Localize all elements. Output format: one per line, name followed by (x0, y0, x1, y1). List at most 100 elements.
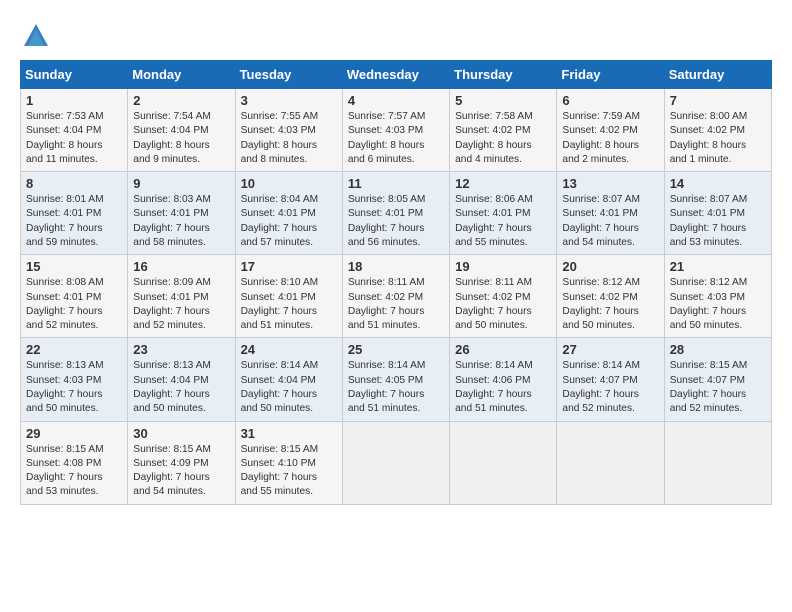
day-number: 9 (133, 176, 229, 191)
day-number: 1 (26, 93, 122, 108)
weekday-header: Monday (128, 61, 235, 89)
day-number: 12 (455, 176, 551, 191)
calendar-cell: 23Sunrise: 8:13 AM Sunset: 4:04 PM Dayli… (128, 338, 235, 421)
day-info: Sunrise: 8:11 AM Sunset: 4:02 PM Dayligh… (348, 276, 444, 333)
calendar-week-row: 8 Sunrise: 8:01 AM Sunset: 4:01 PM Daylig… (21, 172, 772, 255)
calendar-cell: 15 Sunrise: 8:08 AM Sunset: 4:01 PM Dayli… (21, 255, 128, 338)
calendar-cell: 29 Sunrise: 8:15 AM Sunset: 4:08 PM Dayli… (21, 421, 128, 504)
day-number: 4 (348, 93, 444, 108)
logo (20, 22, 50, 50)
day-info: Sunrise: 7:53 AM Sunset: 4:04 PM Dayligh… (26, 110, 122, 167)
day-info: Sunrise: 8:07 AM Sunset: 4:01 PM Dayligh… (670, 193, 766, 250)
calendar-cell: 5 Sunrise: 7:58 AM Sunset: 4:02 PM Daylig… (450, 89, 557, 172)
day-info: Sunrise: 8:12 AM Sunset: 4:03 PM Dayligh… (670, 276, 766, 333)
calendar-cell: 24Sunrise: 8:14 AM Sunset: 4:04 PM Dayli… (235, 338, 342, 421)
day-info: Sunrise: 8:14 AM Sunset: 4:07 PM Dayligh… (562, 359, 658, 416)
calendar-cell: 3 Sunrise: 7:55 AM Sunset: 4:03 PM Daylig… (235, 89, 342, 172)
day-info: Sunrise: 8:10 AM Sunset: 4:01 PM Dayligh… (241, 276, 337, 333)
day-info: Sunrise: 8:01 AM Sunset: 4:01 PM Dayligh… (26, 193, 122, 250)
day-number: 10 (241, 176, 337, 191)
calendar-table: SundayMondayTuesdayWednesdayThursdayFrid… (20, 60, 772, 505)
day-info: Sunrise: 8:12 AM Sunset: 4:02 PM Dayligh… (562, 276, 658, 333)
calendar-cell: 4 Sunrise: 7:57 AM Sunset: 4:03 PM Daylig… (342, 89, 449, 172)
calendar-cell (557, 421, 664, 504)
day-info: Sunrise: 8:11 AM Sunset: 4:02 PM Dayligh… (455, 276, 551, 333)
calendar-cell: 6Sunrise: 7:59 AM Sunset: 4:02 PM Daylig… (557, 89, 664, 172)
day-info: Sunrise: 7:55 AM Sunset: 4:03 PM Dayligh… (241, 110, 337, 167)
day-number: 7 (670, 93, 766, 108)
day-number: 2 (133, 93, 229, 108)
day-info: Sunrise: 8:00 AM Sunset: 4:02 PM Dayligh… (670, 110, 766, 167)
calendar-week-row: 1 Sunrise: 7:53 AM Sunset: 4:04 PM Daylig… (21, 89, 772, 172)
day-info: Sunrise: 7:57 AM Sunset: 4:03 PM Dayligh… (348, 110, 444, 167)
day-info: Sunrise: 8:03 AM Sunset: 4:01 PM Dayligh… (133, 193, 229, 250)
calendar-week-row: 15 Sunrise: 8:08 AM Sunset: 4:01 PM Dayli… (21, 255, 772, 338)
day-number: 3 (241, 93, 337, 108)
day-info: Sunrise: 8:07 AM Sunset: 4:01 PM Dayligh… (562, 193, 658, 250)
calendar-cell: 31 Sunrise: 8:15 AM Sunset: 4:10 PM Dayli… (235, 421, 342, 504)
day-number: 26 (455, 342, 551, 357)
calendar-cell (342, 421, 449, 504)
day-number: 8 (26, 176, 122, 191)
day-info: Sunrise: 8:09 AM Sunset: 4:01 PM Dayligh… (133, 276, 229, 333)
calendar-cell: 8 Sunrise: 8:01 AM Sunset: 4:01 PM Daylig… (21, 172, 128, 255)
day-info: Sunrise: 8:14 AM Sunset: 4:05 PM Dayligh… (348, 359, 444, 416)
weekday-header: Tuesday (235, 61, 342, 89)
day-number: 14 (670, 176, 766, 191)
day-number: 21 (670, 259, 766, 274)
calendar-cell: 1 Sunrise: 7:53 AM Sunset: 4:04 PM Daylig… (21, 89, 128, 172)
calendar-cell: 20 Sunrise: 8:12 AM Sunset: 4:02 PM Dayli… (557, 255, 664, 338)
calendar-cell: 26 Sunrise: 8:14 AM Sunset: 4:06 PM Dayli… (450, 338, 557, 421)
day-number: 22 (26, 342, 122, 357)
day-number: 20 (562, 259, 658, 274)
day-info: Sunrise: 8:15 AM Sunset: 4:09 PM Dayligh… (133, 443, 229, 500)
day-info: Sunrise: 8:14 AM Sunset: 4:06 PM Dayligh… (455, 359, 551, 416)
calendar-header-row: SundayMondayTuesdayWednesdayThursdayFrid… (21, 61, 772, 89)
calendar-cell: 7 Sunrise: 8:00 AM Sunset: 4:02 PM Daylig… (664, 89, 771, 172)
calendar-cell: 11Sunrise: 8:05 AM Sunset: 4:01 PM Dayli… (342, 172, 449, 255)
day-number: 28 (670, 342, 766, 357)
weekday-header: Saturday (664, 61, 771, 89)
day-number: 13 (562, 176, 658, 191)
logo-icon (22, 22, 50, 50)
calendar-cell (450, 421, 557, 504)
day-number: 5 (455, 93, 551, 108)
day-number: 27 (562, 342, 658, 357)
calendar-cell: 10 Sunrise: 8:04 AM Sunset: 4:01 PM Dayli… (235, 172, 342, 255)
calendar-cell (664, 421, 771, 504)
calendar-cell: 28 Sunrise: 8:15 AM Sunset: 4:07 PM Dayli… (664, 338, 771, 421)
day-info: Sunrise: 8:13 AM Sunset: 4:04 PM Dayligh… (133, 359, 229, 416)
day-info: Sunrise: 8:13 AM Sunset: 4:03 PM Dayligh… (26, 359, 122, 416)
day-number: 24 (241, 342, 337, 357)
day-number: 16 (133, 259, 229, 274)
weekday-header: Sunday (21, 61, 128, 89)
calendar-week-row: 29 Sunrise: 8:15 AM Sunset: 4:08 PM Dayli… (21, 421, 772, 504)
calendar-cell: 25 Sunrise: 8:14 AM Sunset: 4:05 PM Dayli… (342, 338, 449, 421)
day-number: 15 (26, 259, 122, 274)
day-number: 6 (562, 93, 658, 108)
day-info: Sunrise: 8:15 AM Sunset: 4:08 PM Dayligh… (26, 443, 122, 500)
day-number: 17 (241, 259, 337, 274)
weekday-header: Wednesday (342, 61, 449, 89)
calendar-cell: 16 Sunrise: 8:09 AM Sunset: 4:01 PM Dayli… (128, 255, 235, 338)
day-number: 18 (348, 259, 444, 274)
day-number: 31 (241, 426, 337, 441)
calendar-cell: 12 Sunrise: 8:06 AM Sunset: 4:01 PM Dayli… (450, 172, 557, 255)
day-info: Sunrise: 8:15 AM Sunset: 4:07 PM Dayligh… (670, 359, 766, 416)
calendar-cell: 13 Sunrise: 8:07 AM Sunset: 4:01 PM Dayli… (557, 172, 664, 255)
day-number: 29 (26, 426, 122, 441)
day-number: 25 (348, 342, 444, 357)
calendar-cell: 30Sunrise: 8:15 AM Sunset: 4:09 PM Dayli… (128, 421, 235, 504)
page: SundayMondayTuesdayWednesdayThursdayFrid… (0, 0, 792, 515)
day-info: Sunrise: 8:06 AM Sunset: 4:01 PM Dayligh… (455, 193, 551, 250)
calendar-week-row: 22 Sunrise: 8:13 AM Sunset: 4:03 PM Dayli… (21, 338, 772, 421)
calendar-cell: 19 Sunrise: 8:11 AM Sunset: 4:02 PM Dayli… (450, 255, 557, 338)
day-info: Sunrise: 7:58 AM Sunset: 4:02 PM Dayligh… (455, 110, 551, 167)
day-info: Sunrise: 8:15 AM Sunset: 4:10 PM Dayligh… (241, 443, 337, 500)
day-number: 19 (455, 259, 551, 274)
calendar-cell: 9 Sunrise: 8:03 AM Sunset: 4:01 PM Daylig… (128, 172, 235, 255)
day-info: Sunrise: 8:04 AM Sunset: 4:01 PM Dayligh… (241, 193, 337, 250)
day-info: Sunrise: 8:08 AM Sunset: 4:01 PM Dayligh… (26, 276, 122, 333)
calendar-cell: 2 Sunrise: 7:54 AM Sunset: 4:04 PM Daylig… (128, 89, 235, 172)
day-info: Sunrise: 7:54 AM Sunset: 4:04 PM Dayligh… (133, 110, 229, 167)
